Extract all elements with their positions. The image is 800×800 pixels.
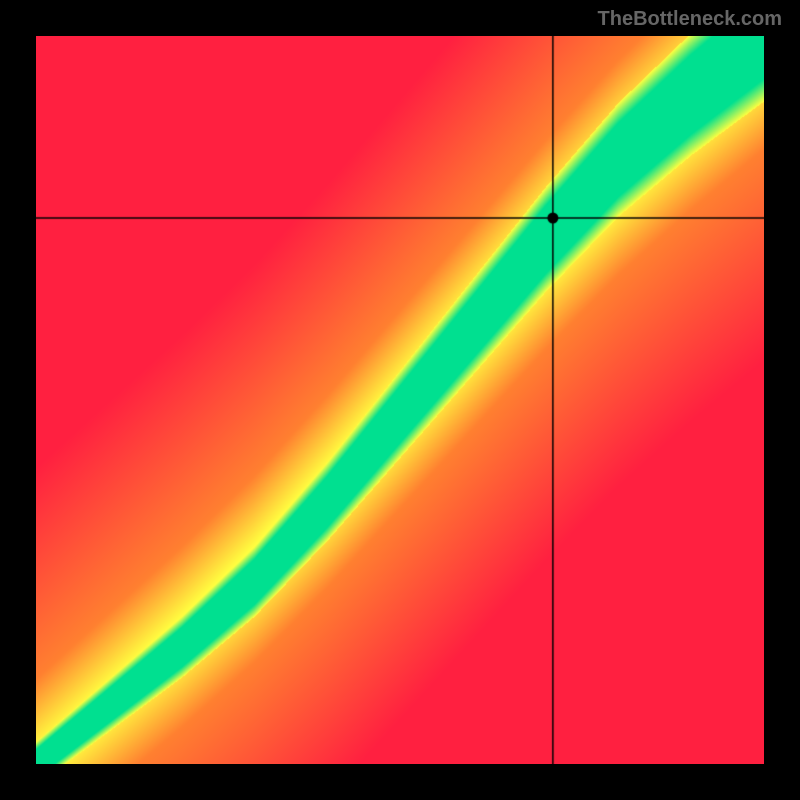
watermark-text: TheBottleneck.com [598,8,782,31]
heatmap-chart [36,36,764,764]
heatmap-canvas [36,36,764,764]
